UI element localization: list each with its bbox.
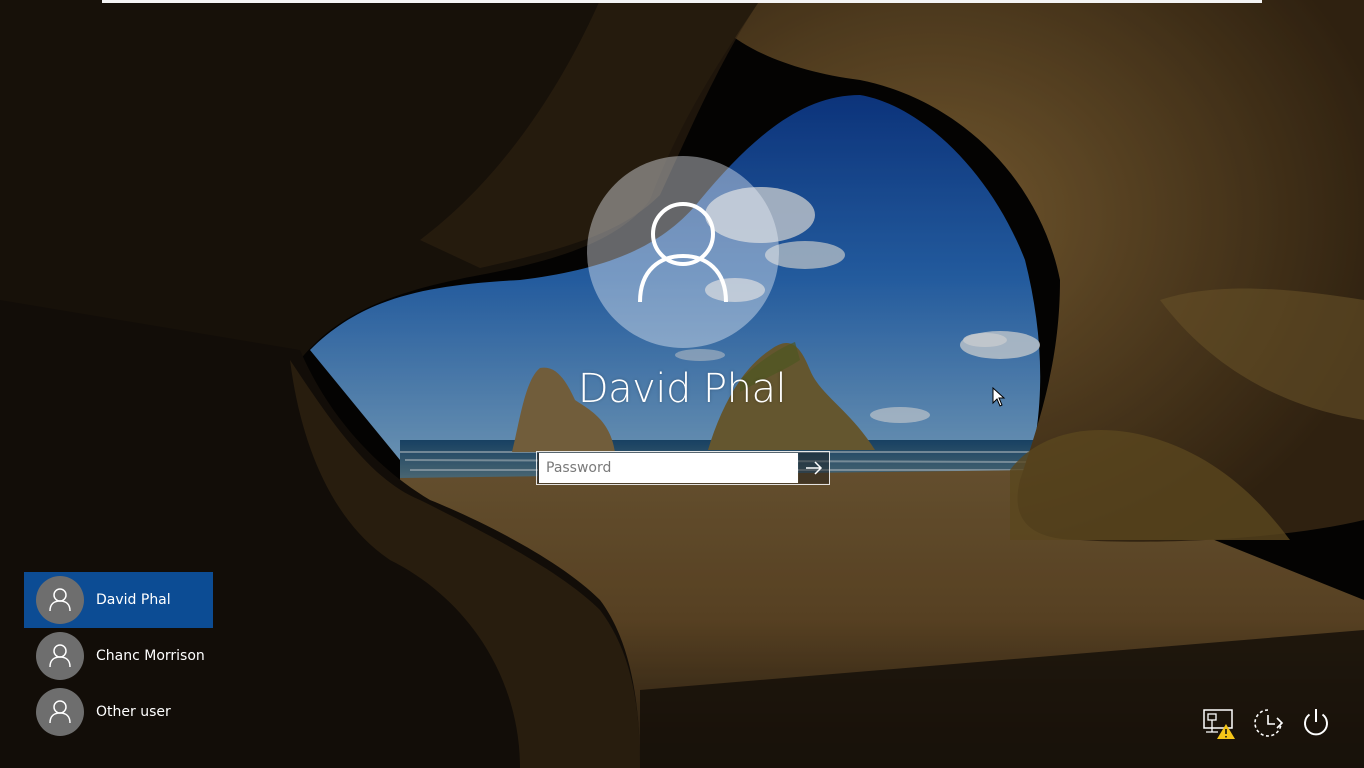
user-tile-label: Chanc Morrison [96,648,205,664]
network-warning-icon [1203,709,1235,739]
user-tile-avatar [36,688,84,736]
ease-of-access-button[interactable] [1251,706,1285,740]
user-tile-avatar [36,632,84,680]
user-tile-david-phal[interactable]: David Phal [24,572,213,628]
mouse-cursor-icon [992,387,1006,407]
power-icon [1304,709,1328,736]
submit-button[interactable] [799,453,829,483]
user-tile-label: David Phal [96,592,171,608]
user-avatar-large [587,156,779,348]
user-icon [49,644,71,668]
password-input[interactable] [538,453,798,483]
user-icon [638,202,728,303]
user-icon [49,588,71,612]
user-tile-chanc-morrison[interactable]: Chanc Morrison [24,628,213,684]
power-button[interactable] [1299,706,1333,740]
arrow-right-icon [806,461,823,475]
user-tile-avatar [36,576,84,624]
user-tile-label: Other user [96,704,171,720]
ease-of-access-icon [1254,709,1284,737]
username-label: David Phal [577,366,787,412]
lock-screen: David Phal David Phal Chanc Morrison Oth… [0,0,1364,768]
top-progress-bar [102,0,1262,3]
user-icon [49,700,71,724]
network-button[interactable] [1202,706,1236,740]
user-tile-other-user[interactable]: Other user [24,684,213,740]
password-field-container [536,451,830,485]
